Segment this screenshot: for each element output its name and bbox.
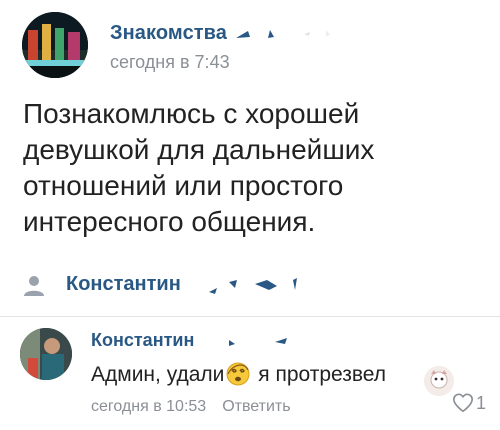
post-time[interactable]: сегодня в 7:43 (110, 52, 230, 73)
post-text-line: интересного общения. (23, 206, 316, 237)
post-text-line: Познакомлюсь с хорошей (23, 98, 360, 129)
comment-author[interactable]: Константин (91, 330, 194, 351)
reply-button[interactable]: Ответить (222, 398, 290, 415)
post-signer[interactable]: Константин (22, 272, 482, 302)
comment-meta: сегодня в 10:53 Ответить (91, 398, 291, 416)
comment-time[interactable]: сегодня в 10:53 (91, 398, 206, 415)
post-text-line: девушкой для дальнейших (23, 134, 375, 165)
group-avatar[interactable] (22, 12, 88, 78)
redaction-marks (229, 338, 287, 346)
reaction-avatar[interactable] (424, 366, 454, 396)
like-button[interactable]: 1 (452, 392, 486, 416)
post-text: Познакомлюсь с хорошей девушкой для даль… (23, 96, 463, 240)
comment: Константин Админ, удали я протрезвел сег… (20, 326, 490, 426)
post-text-line: отношений или простого (23, 170, 344, 201)
comment-text: Админ, удали я протрезвел (91, 362, 386, 392)
group-name[interactable]: Знакомства (110, 22, 227, 45)
post-header: Знакомства сегодня в 7:43 (22, 10, 482, 80)
dizzy-face-emoji (226, 362, 250, 392)
person-icon (24, 276, 44, 296)
comment-text-after: я протрезвел (258, 363, 387, 386)
redaction-marks (209, 278, 297, 294)
signer-name[interactable]: Константин (66, 273, 181, 296)
comment-text-before: Админ, удали (91, 363, 225, 386)
heart-icon (453, 393, 473, 413)
redaction-marks (236, 30, 330, 38)
divider (0, 316, 500, 317)
avatar[interactable] (20, 328, 72, 380)
like-count: 1 (476, 393, 487, 413)
